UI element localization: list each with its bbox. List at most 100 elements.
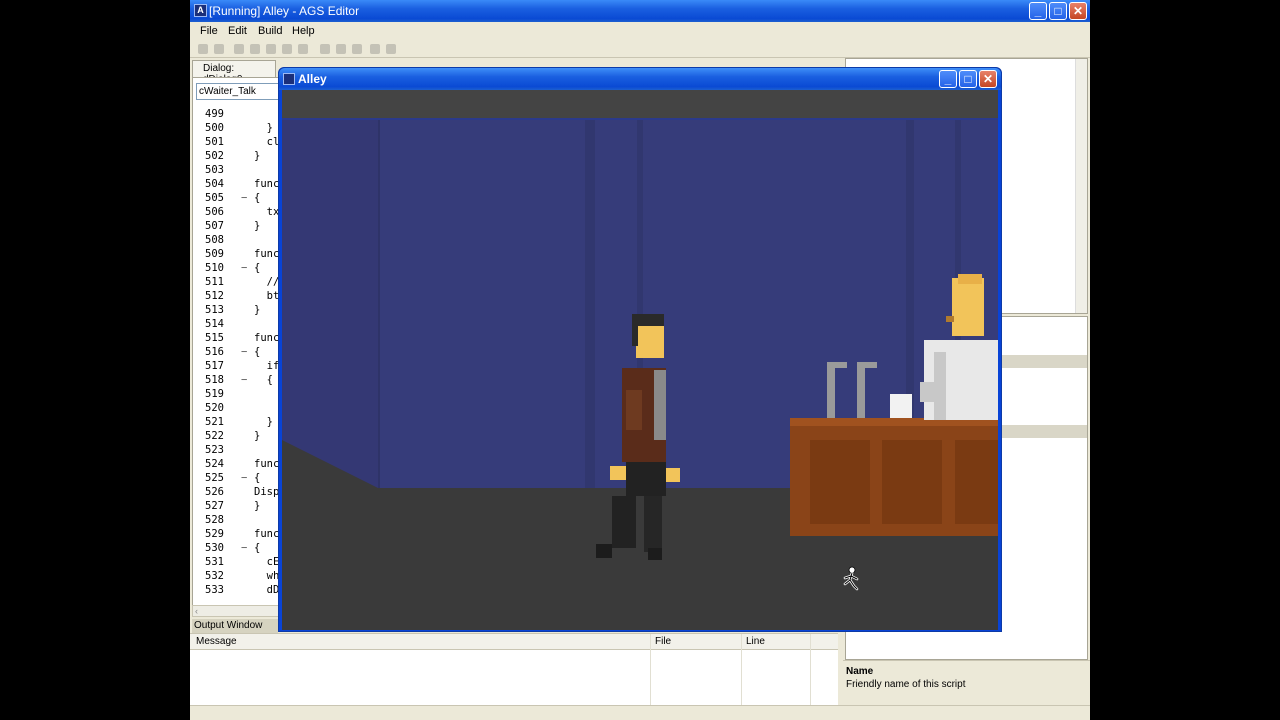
code-text[interactable]: }: [254, 304, 260, 316]
code-line[interactable]: 501 cl: [193, 136, 289, 150]
code-line[interactable]: 517 if: [193, 360, 289, 374]
code-line[interactable]: 506 tx: [193, 206, 289, 220]
glass[interactable]: [890, 394, 912, 418]
code-text[interactable]: func: [254, 248, 279, 260]
game-viewport[interactable]: [282, 90, 998, 630]
editor-titlebar[interactable]: A [Running] Alley - AGS Editor _ □ ✕: [190, 0, 1090, 22]
code-line[interactable]: 521 }: [193, 416, 289, 430]
code-line[interactable]: 504 func: [193, 178, 289, 192]
code-line[interactable]: 510 −{: [193, 262, 289, 276]
menu-edit[interactable]: Edit: [228, 25, 247, 37]
minimize-icon[interactable]: _: [939, 70, 957, 88]
code-line[interactable]: 518 − {: [193, 374, 289, 388]
code-text[interactable]: }: [254, 500, 260, 512]
code-line[interactable]: 511 //: [193, 276, 289, 290]
save-icon[interactable]: [214, 44, 224, 54]
code-line[interactable]: 499: [193, 108, 289, 122]
code-text[interactable]: dD: [254, 584, 280, 596]
property-row[interactable]: [1001, 355, 1087, 368]
code-text[interactable]: Disp: [254, 486, 279, 498]
code-line[interactable]: 531 cE: [193, 556, 289, 570]
fold-toggle-icon[interactable]: −: [241, 192, 247, 204]
code-text[interactable]: tx: [254, 206, 280, 218]
output-grid[interactable]: Message File Line: [190, 633, 838, 706]
code-text[interactable]: }: [254, 220, 260, 232]
column-line[interactable]: Line: [746, 636, 765, 647]
close-icon[interactable]: ✕: [979, 70, 997, 88]
code-line[interactable]: 530 −{: [193, 542, 289, 556]
game-titlebar[interactable]: Alley _ □ ✕: [279, 68, 1001, 90]
beer-tap[interactable]: [857, 362, 865, 418]
fold-toggle-icon[interactable]: −: [241, 374, 247, 386]
code-text[interactable]: {: [254, 262, 260, 274]
code-line[interactable]: 503: [193, 164, 289, 178]
step-icon[interactable]: [282, 44, 292, 54]
code-line[interactable]: 529 func: [193, 528, 289, 542]
code-line[interactable]: 522}: [193, 430, 289, 444]
fold-toggle-icon[interactable]: −: [241, 472, 247, 484]
code-line[interactable]: 525 −{: [193, 472, 289, 486]
fold-toggle-icon[interactable]: −: [241, 542, 247, 554]
code-text[interactable]: {: [254, 346, 260, 358]
code-text[interactable]: func: [254, 178, 279, 190]
maximize-icon[interactable]: □: [1049, 2, 1067, 20]
code-line[interactable]: 500 }: [193, 122, 289, 136]
code-text[interactable]: func: [254, 528, 279, 540]
code-line[interactable]: 528: [193, 514, 289, 528]
run-icon[interactable]: [234, 44, 244, 54]
code-text[interactable]: func: [254, 332, 279, 344]
code-text[interactable]: if: [254, 360, 280, 372]
redo-icon[interactable]: [386, 44, 396, 54]
code-text[interactable]: }: [254, 430, 260, 442]
code-line[interactable]: 505 −{: [193, 192, 289, 206]
code-text[interactable]: {: [254, 374, 273, 386]
menu-file[interactable]: File: [200, 25, 218, 37]
fold-toggle-icon[interactable]: −: [241, 262, 247, 274]
code-text[interactable]: {: [254, 472, 260, 484]
beer-tap[interactable]: [827, 362, 835, 418]
new-icon[interactable]: [198, 44, 208, 54]
document-tab[interactable]: Dialog: dDialog0: [192, 60, 276, 85]
code-text[interactable]: wh: [254, 570, 280, 582]
project-tree-scrollbar[interactable]: [1075, 59, 1087, 313]
code-line[interactable]: 509 func: [193, 248, 289, 262]
code-line[interactable]: 532 wh: [193, 570, 289, 584]
code-line[interactable]: 523: [193, 444, 289, 458]
code-text[interactable]: func: [254, 458, 279, 470]
code-line[interactable]: 515 func: [193, 332, 289, 346]
code-text[interactable]: }: [254, 416, 273, 428]
code-line[interactable]: 533 dD: [193, 584, 289, 598]
column-file[interactable]: File: [655, 636, 671, 647]
code-line[interactable]: 520: [193, 402, 289, 416]
code-line[interactable]: 512 bt: [193, 290, 289, 304]
maximize-icon[interactable]: □: [959, 70, 977, 88]
code-text[interactable]: cE: [254, 556, 280, 568]
code-line[interactable]: 514: [193, 318, 289, 332]
code-text[interactable]: bt: [254, 290, 280, 302]
script-editor[interactable]: cWaiter_Talk 499 500 } 501 cl 502} 503 504 fun…: [192, 77, 288, 607]
undo-icon[interactable]: [370, 44, 380, 54]
code-text[interactable]: }: [254, 150, 260, 162]
code-line[interactable]: 507}: [193, 220, 289, 234]
cut-icon[interactable]: [320, 44, 330, 54]
column-message[interactable]: Message: [196, 636, 237, 647]
copy-icon[interactable]: [336, 44, 346, 54]
code-text[interactable]: }: [254, 122, 273, 134]
code-horizontal-scrollbar[interactable]: ‹: [192, 605, 288, 617]
pause-icon[interactable]: [266, 44, 276, 54]
minimize-icon[interactable]: _: [1029, 2, 1047, 20]
code-text[interactable]: //: [254, 276, 280, 288]
code-text[interactable]: cl: [254, 136, 280, 148]
function-dropdown[interactable]: cWaiter_Talk: [196, 83, 286, 100]
property-row[interactable]: [1001, 425, 1087, 438]
code-line[interactable]: 519: [193, 388, 289, 402]
game-window[interactable]: Alley _ □ ✕: [278, 67, 1002, 632]
code-lines[interactable]: 499 500 } 501 cl 502} 503 504 func 505−{506 tx 5…: [193, 108, 289, 603]
code-line[interactable]: 526 Disp: [193, 486, 289, 500]
menu-help[interactable]: Help: [292, 25, 315, 37]
code-line[interactable]: 527}: [193, 500, 289, 514]
code-line[interactable]: 524 func: [193, 458, 289, 472]
menu-build[interactable]: Build: [258, 25, 282, 37]
alley-room-scene[interactable]: [282, 90, 998, 630]
code-line[interactable]: 508: [193, 234, 289, 248]
